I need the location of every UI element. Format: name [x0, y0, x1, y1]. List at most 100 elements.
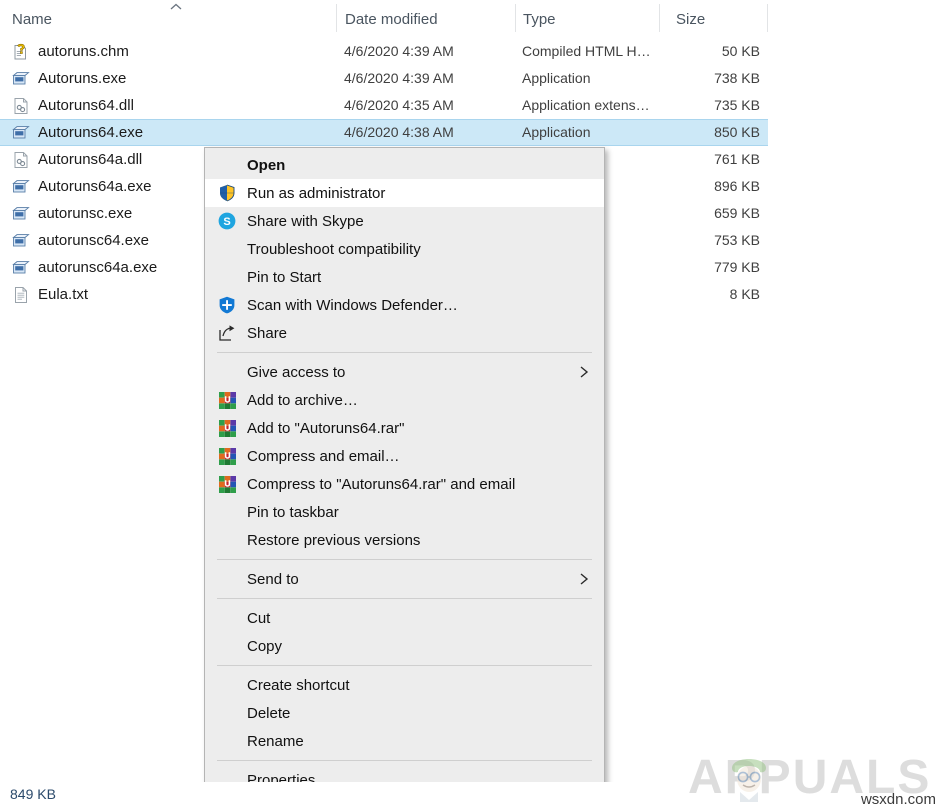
no-icon	[217, 731, 237, 751]
menu-item-label: Troubleshoot compatibility	[247, 240, 421, 258]
column-divider-date[interactable]	[515, 4, 516, 32]
file-name-cell: Eula.txt	[38, 286, 89, 303]
no-icon	[217, 675, 237, 695]
file-name-cell: autorunsc.exe	[38, 205, 133, 222]
winrar-icon	[217, 446, 237, 466]
file-size-cell: 850 KB	[714, 124, 760, 140]
menu-item[interactable]: Troubleshoot compatibility	[205, 235, 604, 263]
no-icon	[217, 502, 237, 522]
menu-item[interactable]: Add to archive…	[205, 386, 604, 414]
menu-item-label: Run as administrator	[247, 184, 386, 202]
file-name-cell: autoruns.chm	[38, 43, 129, 60]
menu-item[interactable]: Rename	[205, 727, 604, 755]
application-icon	[12, 232, 30, 250]
file-name-cell: Autoruns.exe	[38, 70, 127, 87]
column-header-size[interactable]: Size	[676, 11, 705, 28]
menu-item[interactable]: Open	[205, 151, 604, 179]
menu-item-label: Add to "Autoruns64.rar"	[247, 419, 405, 437]
menu-item-label: Open	[247, 156, 286, 174]
no-icon	[217, 155, 237, 175]
column-divider-type[interactable]	[659, 4, 660, 32]
file-name-cell: Autoruns64a.exe	[38, 178, 152, 195]
menu-item-label: Cut	[247, 609, 271, 627]
table-row[interactable]: Autoruns64.exe 4/6/2020 4:38 AM Applicatio…	[0, 119, 768, 146]
file-size-cell: 8 KB	[729, 286, 760, 302]
table-row[interactable]: Autoruns64.dll 4/6/2020 4:35 AM Applicatio…	[0, 92, 768, 119]
menu-item[interactable]: S Share with Skype	[205, 207, 604, 235]
file-date-cell: 4/6/2020 4:38 AM	[344, 124, 454, 140]
menu-item[interactable]: Delete	[205, 699, 604, 727]
status-bar: 849 KB	[0, 782, 940, 808]
menu-item[interactable]: Compress and email…	[205, 442, 604, 470]
column-divider-name[interactable]	[336, 4, 337, 32]
menu-separator	[217, 598, 592, 599]
chevron-right-icon	[578, 365, 590, 379]
column-header-bar: Name Date modified Type Size	[0, 0, 940, 36]
menu-separator	[217, 665, 592, 666]
menu-separator	[217, 559, 592, 560]
chevron-right-icon	[578, 572, 590, 586]
winrar-icon	[217, 418, 237, 438]
application-icon	[12, 205, 30, 223]
file-name-cell: autorunsc64a.exe	[38, 259, 158, 276]
table-row[interactable]: autoruns.chm 4/6/2020 4:39 AM Compiled HTM…	[0, 38, 768, 65]
menu-item-label: Give access to	[247, 363, 346, 381]
file-type-cell: Application	[522, 70, 591, 86]
winrar-icon	[217, 390, 237, 410]
menu-item[interactable]: Pin to taskbar	[205, 498, 604, 526]
menu-item-label: Send to	[247, 570, 299, 588]
menu-item-label: Share with Skype	[247, 212, 364, 230]
column-header-type[interactable]: Type	[523, 11, 556, 28]
file-name-cell: Autoruns64a.dll	[38, 151, 143, 168]
menu-item[interactable]: Give access to	[205, 358, 604, 386]
menu-item-label: Delete	[247, 704, 291, 722]
file-date-cell: 4/6/2020 4:39 AM	[344, 43, 454, 59]
file-size-cell: 735 KB	[714, 97, 760, 113]
menu-item[interactable]: Pin to Start	[205, 263, 604, 291]
context-menu[interactable]: Open Run as administrator S Share with Skyp…	[204, 147, 605, 798]
menu-item[interactable]: Add to "Autoruns64.rar"	[205, 414, 604, 442]
dll-icon	[12, 151, 30, 169]
menu-item[interactable]: Send to	[205, 565, 604, 593]
menu-item-label: Scan with Windows Defender…	[247, 296, 458, 314]
menu-item-label: Compress and email…	[247, 447, 400, 465]
winrar-icon	[217, 474, 237, 494]
menu-item[interactable]: Share	[205, 319, 604, 347]
no-icon	[217, 362, 237, 382]
menu-separator	[217, 760, 592, 761]
application-icon	[12, 178, 30, 196]
no-icon	[217, 267, 237, 287]
table-row[interactable]: Autoruns.exe 4/6/2020 4:39 AM Application 7…	[0, 65, 768, 92]
application-icon	[12, 259, 30, 277]
menu-item[interactable]: Copy	[205, 632, 604, 660]
uac-shield-icon	[217, 183, 237, 203]
menu-item-label: Share	[247, 324, 288, 342]
menu-item[interactable]: Create shortcut	[205, 671, 604, 699]
file-type-cell: Compiled HTML H…	[522, 43, 651, 59]
application-icon	[12, 70, 30, 88]
no-icon	[217, 569, 237, 589]
menu-item-label: Create shortcut	[247, 676, 350, 694]
menu-item[interactable]: Restore previous versions	[205, 526, 604, 554]
menu-item[interactable]: Run as administrator	[205, 179, 604, 207]
file-size-cell: 738 KB	[714, 70, 760, 86]
menu-item-label: Restore previous versions	[247, 531, 421, 549]
file-name-cell: autorunsc64.exe	[38, 232, 149, 249]
column-divider-size[interactable]	[767, 4, 768, 32]
menu-item-label: Copy	[247, 637, 283, 655]
sort-ascending-icon	[168, 2, 184, 12]
menu-item[interactable]: Cut	[205, 604, 604, 632]
menu-item-label: Pin to Start	[247, 268, 322, 286]
column-header-date-modified[interactable]: Date modified	[345, 11, 438, 28]
file-date-cell: 4/6/2020 4:39 AM	[344, 70, 454, 86]
column-header-name[interactable]: Name	[12, 11, 52, 28]
menu-item-label: Pin to taskbar	[247, 503, 339, 521]
menu-item[interactable]: Compress to "Autoruns64.rar" and email	[205, 470, 604, 498]
no-icon	[217, 530, 237, 550]
menu-item[interactable]: Scan with Windows Defender…	[205, 291, 604, 319]
file-size-cell: 753 KB	[714, 232, 760, 248]
file-size-cell: 659 KB	[714, 205, 760, 221]
no-icon	[217, 703, 237, 723]
share-icon	[217, 323, 237, 343]
file-type-cell: Application extens…	[522, 97, 650, 113]
